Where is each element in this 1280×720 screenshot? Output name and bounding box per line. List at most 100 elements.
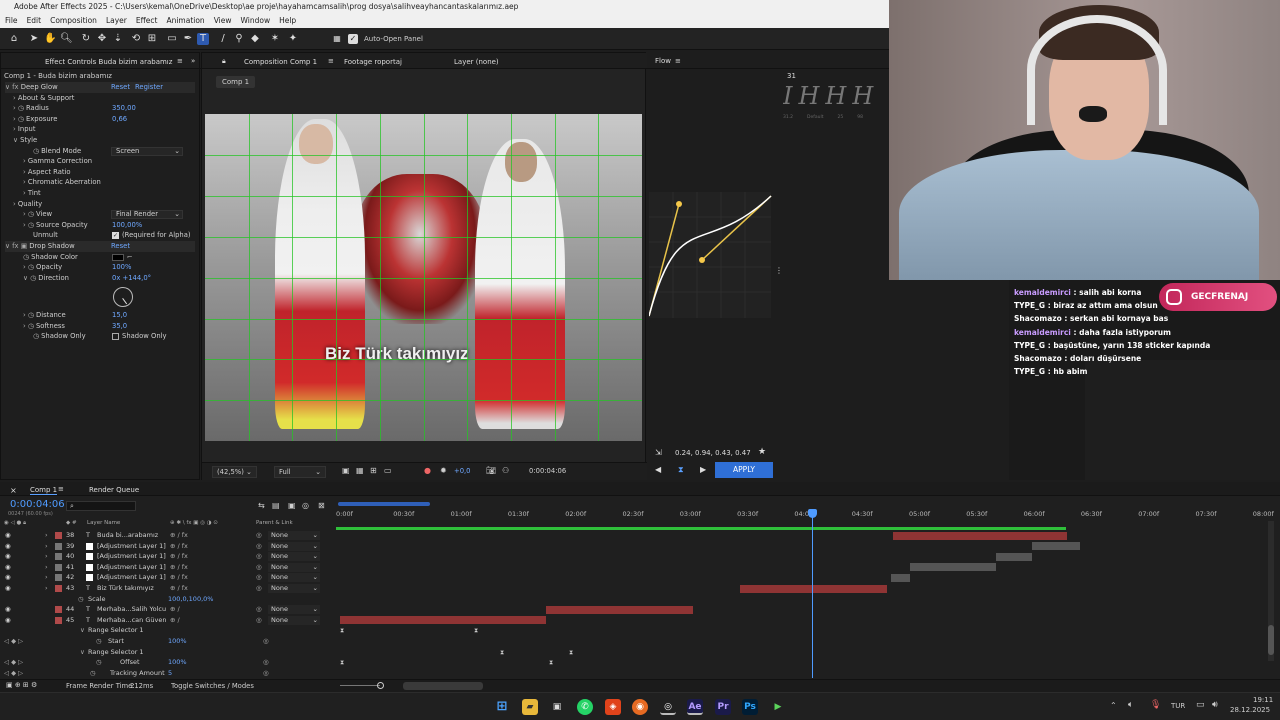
softness-value[interactable]: 35,0 (112, 321, 127, 332)
layer-switches[interactable]: ⊕ / fx (170, 551, 188, 562)
drop-shadow-row[interactable]: ∨ fx ▣ Drop Shadow Reset (5, 241, 195, 252)
snapshot-icon[interactable]: 📷︎ (486, 466, 496, 475)
graph-icon[interactable]: ◎ (263, 657, 269, 668)
toggle-switches-modes[interactable]: Toggle Switches / Modes (171, 682, 254, 690)
distance-value[interactable]: 15,0 (112, 310, 127, 321)
tab-comp1[interactable]: Comp 1 (30, 486, 58, 495)
eye-icon[interactable]: ◉ (5, 615, 11, 626)
shy-icon[interactable]: ▣ (288, 501, 296, 510)
pen-tool-icon[interactable]: ✒ (182, 33, 194, 45)
blend-mode-dropdown[interactable]: Screen ⌄ (111, 146, 183, 156)
orbit-tool-icon[interactable]: ↻ (80, 33, 92, 45)
layer-name-header[interactable]: Layer Name (87, 520, 120, 526)
hand-tool-icon[interactable]: ✋ (44, 33, 56, 45)
opacity-row[interactable]: › ◷ Opacity 100% (23, 262, 193, 273)
layer-name[interactable]: [Adjustment Layer 1] (97, 541, 166, 552)
firefox-icon[interactable]: ◉ (632, 699, 648, 715)
obs-icon[interactable]: ◎ (660, 699, 676, 715)
keyframe[interactable]: ⧗ (500, 649, 504, 657)
tab-footage[interactable]: Footage roportaj (344, 58, 402, 66)
style-row[interactable]: ∨ Style (13, 135, 37, 146)
work-area-navigator[interactable] (338, 502, 430, 506)
exposure-row[interactable]: › ◷ Exposure 0,66 (13, 114, 193, 125)
label-color[interactable] (55, 553, 62, 561)
parent-dropdown[interactable]: None ⌄ (268, 552, 320, 562)
menu-item-effect[interactable]: Effect (136, 14, 158, 28)
menu-item-window[interactable]: Window (241, 14, 271, 28)
rotate-tool-icon[interactable]: ⟲ (130, 33, 142, 45)
timeline-scrollbar[interactable] (1268, 521, 1274, 661)
resolution-dropdown[interactable]: Full ⌄ (274, 466, 326, 478)
layer-row[interactable]: ◉ › 43 T Biz Türk takımıyız ⊕ / fx ◎ None ⌄ (0, 583, 330, 594)
menu-item-view[interactable]: View (214, 14, 232, 28)
layer-name[interactable]: Biz Türk takımıyız (97, 583, 154, 594)
start-value[interactable]: 100% (168, 636, 187, 647)
more-options-icon[interactable]: ⋮ (775, 266, 783, 275)
puppet-pin-icon[interactable]: ✦ (287, 33, 299, 45)
source-opacity-row[interactable]: › ◷ Source Opacity 100,00% (23, 220, 193, 231)
label-color[interactable] (55, 616, 62, 624)
launcher-icon[interactable]: ▶ (770, 699, 786, 715)
layer-switches[interactable]: ⊕ / fx (170, 583, 188, 594)
graph-icon[interactable]: ◎ (263, 668, 269, 679)
layer-row[interactable]: ◉ › 40 [Adjustment Layer 1] ⊕ / fx ◎ None ⌄ (0, 551, 330, 562)
exposure-value[interactable]: +0,0 (454, 467, 471, 475)
stopwatch-icon[interactable]: ◷ (90, 668, 96, 679)
grid-overlay-icon[interactable]: ⊞ (370, 466, 377, 475)
bezier-control-point[interactable] (699, 257, 705, 263)
brush-tool-icon[interactable]: / (217, 33, 229, 45)
roto-brush-icon[interactable]: ✶ (269, 33, 281, 45)
tab-effect-controls[interactable]: Effect Controls Buda bizim arabamız (45, 58, 172, 66)
chevron-up-icon[interactable]: ⌃ (1110, 701, 1117, 710)
layer-row[interactable]: ◉ › 41 [Adjustment Layer 1] ⊕ / fx ◎ None ⌄ (0, 562, 330, 573)
photoshop-icon[interactable]: Ps (742, 699, 758, 715)
direction-dial[interactable] (113, 287, 133, 307)
label-color[interactable] (55, 574, 62, 582)
eye-icon[interactable]: ◉ (5, 562, 11, 573)
stopwatch-icon[interactable]: ◷ (96, 636, 102, 647)
layer-name[interactable]: [Adjustment Layer 1] (97, 551, 166, 562)
windows-start-icon[interactable]: ⊞ (494, 699, 510, 715)
eye-icon[interactable]: ◉ (5, 541, 11, 552)
chevron-down-icon[interactable]: ∨ (80, 625, 85, 636)
parent-dropdown[interactable]: None ⌄ (268, 605, 320, 615)
about-row[interactable]: › About & Support (13, 93, 74, 104)
eye-icon[interactable]: ◉ (5, 604, 11, 615)
lock-icon[interactable]: 🔒︎ (222, 57, 226, 66)
import-icon[interactable]: ⇲ (655, 448, 662, 457)
exposure-value[interactable]: 0,66 (112, 114, 127, 125)
show-snapshot-icon[interactable]: ⚇ (502, 466, 509, 475)
layer-name[interactable]: Merhaba...Salih Yolcu (97, 604, 166, 615)
layer-duration-bar[interactable] (910, 563, 996, 572)
eraser-tool-icon[interactable]: ◆ (249, 33, 261, 45)
parent-dropdown[interactable]: None ⌄ (268, 573, 320, 583)
layer-name[interactable]: [Adjustment Layer 1] (97, 562, 166, 573)
bezier-curve-editor[interactable] (649, 192, 774, 322)
eyedropper-icon[interactable]: ⌐ (127, 252, 133, 263)
file-explorer-icon[interactable]: ▰ (522, 699, 538, 715)
bezier-control-point[interactable] (676, 201, 682, 207)
stopwatch-icon[interactable]: ◷ (96, 657, 102, 668)
keyframe[interactable]: ⧗ (474, 627, 478, 635)
menu-item-edit[interactable]: Edit (27, 14, 42, 28)
layer-switches[interactable]: ⊕ / fx (170, 572, 188, 583)
chevron-right-icon[interactable]: › (45, 541, 48, 552)
keyframe[interactable]: ⧗ (569, 649, 573, 657)
pick-whip-icon[interactable]: ◎ (256, 562, 262, 573)
motion-blur-icon[interactable]: ◎ (302, 501, 309, 510)
zoom-tool-icon[interactable]: 🔍︎ (60, 33, 73, 45)
pick-whip-icon[interactable]: ◎ (256, 551, 262, 562)
timeline-timecode[interactable]: 0:00:04:06 (10, 499, 65, 510)
eye-icon[interactable]: ◉ (5, 530, 11, 541)
volume-icon[interactable]: 🔊︎ (1212, 700, 1218, 710)
gamma-row[interactable]: › Gamma Correction (23, 156, 92, 167)
panel-expand-icon[interactable]: » (191, 57, 195, 65)
parent-dropdown[interactable]: None ⌄ (268, 541, 320, 551)
zoom-dropdown[interactable]: (42,5%) ⌄ (212, 466, 257, 478)
keyframe[interactable]: ⧗ (549, 659, 553, 667)
bezier-values[interactable]: 0.24, 0.94, 0.43, 0.47 (675, 449, 751, 457)
direction-value[interactable]: 0x +144,0° (112, 273, 151, 284)
chevron-right-icon[interactable]: › (45, 562, 48, 573)
chevron-right-icon[interactable]: › (45, 551, 48, 562)
network-icon[interactable]: ▭ (1196, 700, 1205, 710)
